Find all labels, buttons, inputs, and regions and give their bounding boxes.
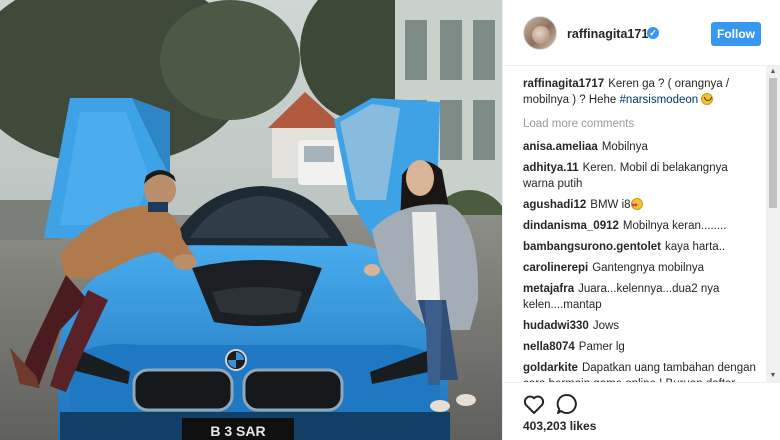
comment-username[interactable]: dindanisma_0912	[523, 220, 619, 232]
comments-scrollbar[interactable]: ▲ ▼	[766, 66, 780, 382]
post-side-panel: raffinagita1717 ✓ Follow raffinagita1717…	[502, 0, 780, 440]
comment-text: kaya harta..	[665, 241, 726, 253]
post-header: raffinagita1717 ✓ Follow	[503, 0, 780, 66]
comment-text: Mobilnya	[601, 141, 648, 153]
smiling-face-emoji-icon	[701, 93, 714, 105]
like-count[interactable]: 403,203 likes	[523, 419, 596, 433]
load-more-comments-link[interactable]: Load more comments	[523, 118, 769, 130]
heart-eyes-emoji-icon	[630, 198, 643, 214]
comment: goldarkite Dapatkan uang tambahan dengan …	[523, 360, 769, 382]
post-actions: 403,203 likes	[503, 382, 780, 440]
comment-text: BMW i8	[590, 199, 631, 211]
comment: anisa.ameliaa Mobilnya	[523, 139, 769, 155]
comment: adhitya.11 Keren. Mobil di belakangnya wa…	[523, 160, 769, 192]
username[interactable]: raffinagita1717	[567, 27, 655, 41]
comment-username[interactable]: nella8074	[523, 341, 575, 353]
comment: bambangsurono.gentolet kaya harta..	[523, 239, 769, 255]
follow-button[interactable]: Follow	[711, 22, 761, 46]
instagram-post: B 3 SAR raffinagita1717 ✓ Follow raffina…	[0, 0, 780, 440]
comment-icon[interactable]	[555, 392, 579, 416]
scrollbar-thumb[interactable]	[769, 78, 777, 208]
verified-badge-icon: ✓	[647, 27, 659, 39]
avatar[interactable]	[523, 16, 557, 50]
comment-username[interactable]: adhitya.11	[523, 162, 579, 174]
heart-icon[interactable]	[522, 392, 546, 416]
comment: agushadi12 BMW i8	[523, 197, 769, 214]
comment: hudadwi330 Jows	[523, 318, 769, 334]
comment-text: Pamer lg	[578, 341, 625, 353]
license-plate-text: B 3 SAR	[210, 423, 265, 439]
caption: raffinagita1717 Keren ga ? ( orangnya / m…	[523, 76, 769, 108]
scroll-down-arrow-icon[interactable]: ▼	[766, 370, 780, 382]
comment-username[interactable]: metajafra	[523, 283, 574, 295]
comment-username[interactable]: goldarkite	[523, 362, 578, 374]
comment-text: Mobilnya keran........	[622, 220, 727, 232]
comment-username[interactable]: agushadi12	[523, 199, 586, 211]
caption-username[interactable]: raffinagita1717	[523, 78, 604, 90]
comment: dindanisma_0912 Mobilnya keran........	[523, 218, 769, 234]
comment-text: Gantengnya mobilnya	[592, 262, 705, 274]
comment-username[interactable]: bambangsurono.gentolet	[523, 241, 661, 253]
comment-text: Jows	[592, 320, 620, 332]
comment: carolinerepi Gantengnya mobilnya	[523, 260, 769, 276]
comment: nella8074 Pamer lg	[523, 339, 769, 355]
comment-username[interactable]: carolinerepi	[523, 262, 588, 274]
hashtag-link[interactable]: #narsismodeon	[620, 94, 699, 106]
scroll-up-arrow-icon[interactable]: ▲	[766, 66, 780, 78]
comment-username[interactable]: anisa.ameliaa	[523, 141, 598, 153]
comment: metajafra Juara...kelennya...dua2 nya kel…	[523, 281, 769, 313]
comments-list[interactable]: raffinagita1717 Keren ga ? ( orangnya / m…	[503, 66, 769, 382]
car-photo-illustration: B 3 SAR	[0, 0, 502, 440]
post-photo[interactable]: B 3 SAR	[0, 0, 502, 440]
comment-username[interactable]: hudadwi330	[523, 320, 589, 332]
